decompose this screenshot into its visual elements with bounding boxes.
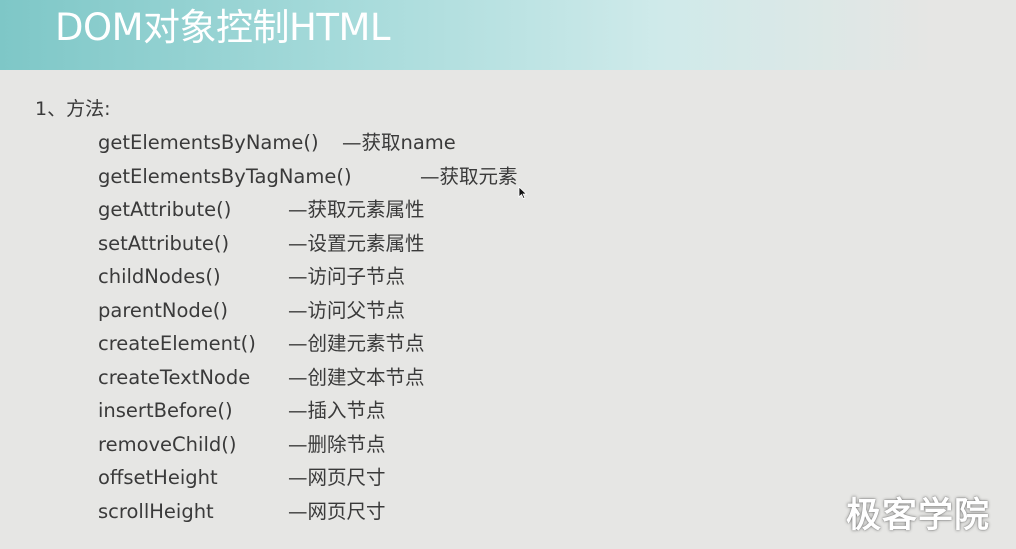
list-item: createTextNode —创建文本节点 — [98, 365, 558, 399]
method-name: parentNode() — [98, 298, 229, 322]
method-name: createTextNode — [98, 365, 251, 389]
method-name: insertBefore() — [98, 399, 233, 422]
mouse-pointer-icon — [518, 185, 528, 200]
section-heading: 1、方法: — [35, 98, 111, 120]
method-name: offsetHeight — [98, 466, 218, 489]
list-item: scrollHeight —网页尺寸 — [98, 499, 558, 533]
method-description: —访问父节点 — [288, 298, 406, 322]
method-name: getElementsByTagName() — [98, 164, 352, 188]
method-name: childNodes() — [98, 265, 221, 288]
list-item: getElementsByTagName() —获取元素 — [98, 164, 558, 198]
method-name: createElement() — [98, 332, 256, 355]
method-name: getElementsByName() — [98, 131, 319, 154]
method-description: —网页尺寸 — [288, 466, 386, 489]
method-name: getAttribute() — [98, 198, 232, 221]
method-description: —插入节点 — [288, 399, 386, 422]
list-item: getAttribute() —获取元素属性 — [98, 197, 558, 231]
method-description: —设置元素属性 — [288, 231, 425, 255]
method-description: —获取name — [342, 131, 456, 154]
list-item: offsetHeight —网页尺寸 — [98, 465, 558, 499]
slide-title: DOM对象控制HTML — [55, 6, 391, 49]
method-name: setAttribute() — [98, 231, 230, 255]
method-description: —访问子节点 — [288, 265, 406, 288]
list-item: childNodes() —访问子节点 — [98, 264, 558, 298]
list-item: createElement() —创建元素节点 — [98, 331, 558, 365]
list-item: getElementsByName() —获取name — [98, 130, 558, 164]
method-description: —创建文本节点 — [288, 365, 425, 389]
method-description: —创建元素节点 — [288, 332, 425, 355]
list-item: removeChild() —删除节点 — [98, 432, 558, 466]
method-list: getElementsByName() —获取name getElementsB… — [98, 130, 558, 532]
list-item: setAttribute() —设置元素属性 — [98, 231, 558, 265]
list-item: insertBefore() —插入节点 — [98, 398, 558, 432]
method-name: removeChild() — [98, 432, 237, 456]
list-item: parentNode() —访问父节点 — [98, 298, 558, 332]
method-description: —删除节点 — [288, 432, 386, 456]
watermark-logo: 极客学院 — [846, 496, 991, 536]
method-description: —获取元素属性 — [288, 198, 425, 221]
method-name: scrollHeight — [98, 499, 214, 523]
method-description: —网页尺寸 — [288, 499, 386, 523]
method-description: —获取元素 — [420, 164, 518, 188]
title-bar: DOM对象控制HTML — [0, 0, 1016, 70]
